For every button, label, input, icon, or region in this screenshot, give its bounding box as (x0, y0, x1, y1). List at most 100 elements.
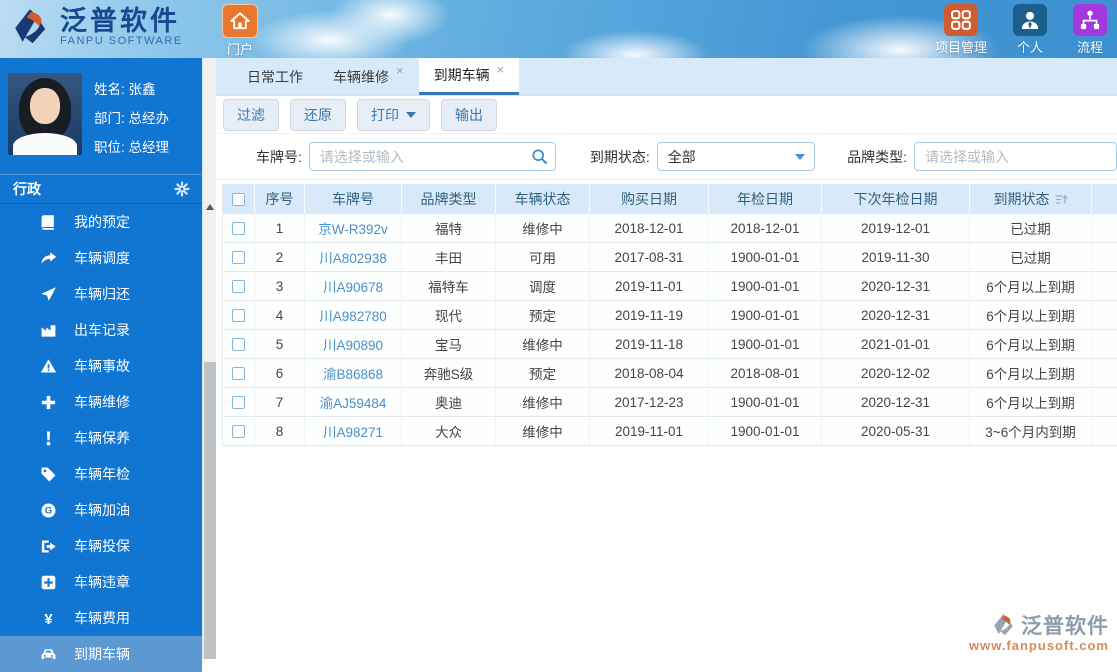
row-checkbox[interactable] (232, 280, 245, 293)
brand-logo: 泛普软件 FANPU SOFTWARE (10, 6, 183, 48)
user-name: 姓名: 张鑫 (94, 75, 169, 104)
cell-plate-link[interactable]: 京W-R392v (305, 214, 402, 242)
cell-next-inspection-date: 2020-12-31 (822, 388, 970, 416)
row-checkbox[interactable] (232, 338, 245, 351)
cell-plate-link[interactable]: 川A90890 (305, 330, 402, 358)
restore-button[interactable]: 还原 (290, 99, 346, 131)
cell-extra (1092, 243, 1117, 271)
expiry-status-value: 全部 (668, 147, 696, 167)
table-row[interactable]: 8 川A98271 大众 维修中 2019-11-01 1900-01-01 2… (223, 417, 1117, 446)
row-checkbox[interactable] (232, 396, 245, 409)
sidebar-nav-item[interactable]: 车辆保养 (0, 420, 202, 456)
sidebar-nav-item[interactable]: 我的预定 (0, 204, 202, 240)
cell-plate-link[interactable]: 川A98271 (305, 417, 402, 445)
cell-extra (1092, 214, 1117, 242)
col-header-purchase-date: 购买日期 (590, 184, 709, 214)
row-checkbox[interactable] (232, 309, 245, 322)
cell-purchase-date: 2017-08-31 (590, 243, 709, 271)
col-header-status: 车辆状态 (496, 184, 590, 214)
table-row[interactable]: 4 川A982780 现代 预定 2019-11-19 1900-01-01 2… (223, 301, 1117, 330)
user-panel: 姓名: 张鑫 部门: 总经办 职位: 总经理 (0, 58, 202, 174)
col-header-extra (1092, 184, 1117, 214)
sidebar-nav-item[interactable]: 到期车辆 (0, 636, 202, 672)
gear-icon[interactable] (174, 181, 190, 197)
export-button[interactable]: 输出 (441, 99, 497, 131)
expiry-status-select[interactable]: 全部 (657, 142, 815, 171)
row-checkbox[interactable] (232, 251, 245, 264)
row-checkbox[interactable] (232, 425, 245, 438)
cell-status: 预定 (496, 301, 590, 329)
table-row[interactable]: 7 渝AJ59484 奥迪 维修中 2017-12-23 1900-01-01 … (223, 388, 1117, 417)
table-row[interactable]: 2 川A802938 丰田 可用 2017-08-31 1900-01-01 2… (223, 243, 1117, 272)
row-checkbox[interactable] (232, 222, 245, 235)
sidebar-nav-item[interactable]: 车辆费用 (0, 600, 202, 636)
filter-bar: 车牌号: 到期状态: 全部 品牌类型: (216, 134, 1117, 180)
plate-search-input[interactable] (309, 142, 556, 171)
cloud-decoration (560, 30, 710, 58)
close-icon[interactable]: × (497, 62, 505, 77)
personal-nav-item[interactable]: 个人 (1013, 4, 1047, 56)
tab-due-vehicles[interactable]: 到期车辆 × (419, 58, 520, 95)
brand-search-input[interactable] (914, 142, 1117, 171)
exclaim-icon (40, 430, 57, 447)
sidebar-nav-item[interactable]: 车辆维修 (0, 384, 202, 420)
cell-plate-link[interactable]: 川A802938 (305, 243, 402, 271)
sidebar-nav-item-label: 车辆事故 (74, 356, 130, 376)
sidebar-nav-item[interactable]: 出车记录 (0, 312, 202, 348)
table-row[interactable]: 6 渝B86868 奔驰S级 预定 2018-08-04 2018-08-01 … (223, 359, 1117, 388)
scroll-up-arrow-icon[interactable] (206, 204, 214, 210)
tab-bar: 日常工作 车辆维修 × 到期车辆 × (216, 58, 1117, 96)
sidebar-nav-item[interactable]: 车辆加油 (0, 492, 202, 528)
cell-brand: 大众 (402, 417, 496, 445)
tab-daily-work[interactable]: 日常工作 (232, 58, 318, 95)
select-all-checkbox[interactable] (232, 193, 245, 206)
close-icon[interactable]: × (396, 63, 404, 78)
process-nav-item[interactable]: 流程 (1073, 4, 1107, 56)
col-header-expiry-status[interactable]: 到期状态 (970, 184, 1092, 214)
cell-status: 维修中 (496, 214, 590, 242)
cell-brand: 宝马 (402, 330, 496, 358)
cell-plate-link[interactable]: 川A90678 (305, 272, 402, 300)
table-row[interactable]: 1 京W-R392v 福特 维修中 2018-12-01 2018-12-01 … (223, 214, 1117, 243)
sidebar-nav-item[interactable]: 车辆投保 (0, 528, 202, 564)
cell-inspection-date: 2018-12-01 (709, 214, 822, 242)
cell-inspection-date: 1900-01-01 (709, 417, 822, 445)
sidebar-nav-item[interactable]: 车辆年检 (0, 456, 202, 492)
search-icon[interactable] (531, 148, 548, 165)
main-content: 日常工作 车辆维修 × 到期车辆 × 过滤 还原 打印 输出 车牌号: 到期状态… (216, 58, 1117, 659)
print-button[interactable]: 打印 (357, 99, 430, 131)
plate-filter-label: 车牌号: (256, 147, 302, 167)
cell-status: 维修中 (496, 330, 590, 358)
filter-button[interactable]: 过滤 (223, 99, 279, 131)
cell-inspection-date: 1900-01-01 (709, 243, 822, 271)
table-row[interactable]: 5 川A90890 宝马 维修中 2019-11-18 1900-01-01 2… (223, 330, 1117, 359)
sidebar-nav-item[interactable]: 车辆事故 (0, 348, 202, 384)
sidebar-nav-item[interactable]: 车辆调度 (0, 240, 202, 276)
cell-plate-link[interactable]: 川A982780 (305, 301, 402, 329)
portal-label: 门户 (227, 39, 253, 58)
cell-no: 1 (255, 214, 305, 242)
sidebar-nav-item[interactable]: 车辆归还 (0, 276, 202, 312)
sidebar-scrollbar[interactable] (202, 58, 216, 659)
sort-icon[interactable] (1055, 193, 1068, 206)
cell-plate-link[interactable]: 渝B86868 (305, 359, 402, 387)
project-management-nav-item[interactable]: 项目管理 (935, 4, 987, 56)
row-checkbox[interactable] (232, 367, 245, 380)
sidebar-nav-item-label: 车辆年检 (74, 464, 130, 484)
sidebar-nav-item[interactable]: 车辆违章 (0, 564, 202, 600)
plus-icon (40, 394, 57, 411)
tab-vehicle-repair[interactable]: 车辆维修 × (318, 58, 419, 95)
scrollbar-thumb[interactable] (204, 362, 216, 659)
sidebar-nav-item-label: 车辆违章 (74, 572, 130, 592)
cell-plate-link[interactable]: 渝AJ59484 (305, 388, 402, 416)
portal-nav-item[interactable]: 门户 (222, 4, 258, 58)
sidebar: 姓名: 张鑫 部门: 总经办 职位: 总经理 行政 我的预定 车辆调度 车辆归 (0, 58, 202, 659)
col-header-brand: 品牌类型 (402, 184, 496, 214)
cell-extra (1092, 272, 1117, 300)
cell-inspection-date: 1900-01-01 (709, 272, 822, 300)
table-row[interactable]: 3 川A90678 福特车 调度 2019-11-01 1900-01-01 2… (223, 272, 1117, 301)
sidebar-section-admin[interactable]: 行政 (0, 174, 202, 204)
col-header-plate: 车牌号 (305, 184, 402, 214)
sidebar-nav-item-label: 车辆加油 (74, 500, 130, 520)
cell-expiry-status: 已过期 (970, 243, 1092, 271)
